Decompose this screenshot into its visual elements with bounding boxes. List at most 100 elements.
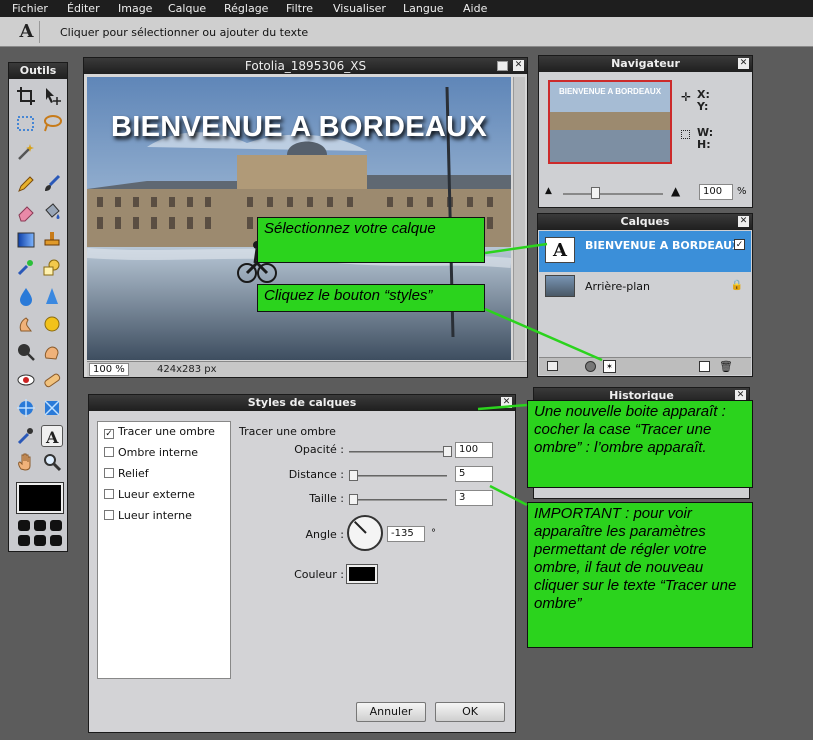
zoom-out-icon[interactable]: ▲ — [545, 186, 552, 196]
smudge-tool-icon[interactable] — [15, 313, 37, 335]
layer-mask-icon[interactable] — [585, 361, 596, 372]
distance-field[interactable]: 5 — [455, 466, 493, 482]
maximize-icon[interactable] — [497, 61, 508, 71]
style-item-drop-shadow[interactable]: ✓ Tracer une ombre — [104, 423, 215, 441]
foreground-color-swatch[interactable] — [16, 482, 64, 514]
navigator-zoom-field[interactable]: 100 — [699, 184, 733, 200]
image-size-label: 424x283 px — [157, 364, 217, 375]
magic-wand-icon[interactable] — [15, 141, 37, 163]
menu-image[interactable]: Image — [118, 2, 152, 15]
shape-tool-icon[interactable] — [41, 257, 63, 279]
sponge-tool-icon[interactable] — [41, 313, 63, 335]
close-icon[interactable]: ✕ — [513, 60, 524, 71]
close-icon[interactable]: ✕ — [738, 216, 749, 227]
move-tool-icon[interactable] — [41, 85, 63, 107]
layer-styles-dialog: Styles de calques ✕ ✓ Tracer une ombre Om… — [88, 394, 516, 733]
brush-tool-icon[interactable] — [41, 173, 63, 195]
style-item-label: Tracer une ombre — [118, 425, 215, 438]
stamp-tool-icon[interactable] — [41, 229, 63, 251]
style-item-outer-glow[interactable]: Lueur externe — [104, 486, 195, 504]
text-tool-icon[interactable]: A — [41, 425, 63, 447]
style-item-inner-glow[interactable]: Lueur interne — [104, 507, 192, 525]
spot-heal-icon[interactable] — [41, 369, 63, 391]
lasso-tool-icon[interactable] — [41, 113, 63, 135]
burn-tool-icon[interactable] — [41, 341, 63, 363]
marquee-tool-icon[interactable] — [15, 113, 37, 135]
angle-field[interactable]: -135 — [387, 526, 425, 542]
style-item-label: Lueur interne — [118, 509, 192, 522]
zoom-level-field[interactable]: 100 % — [89, 363, 129, 376]
navigator-panel: Navigateur ✕ BIENVENUE A BORDEAUX ✛ X: Y… — [538, 55, 753, 208]
size-slider-knob[interactable] — [349, 494, 358, 505]
opacity-slider[interactable] — [349, 446, 452, 457]
callout-select-layer: Sélectionnez votre calque — [257, 217, 485, 263]
pinch-tool-icon[interactable] — [41, 397, 63, 419]
navigator-zoom-slider[interactable] — [563, 187, 663, 199]
menu-editer[interactable]: Éditer — [67, 2, 100, 15]
shadow-color-swatch[interactable] — [346, 564, 378, 584]
menu-langue[interactable]: Langue — [403, 2, 444, 15]
navigator-zoom-slider-knob[interactable] — [591, 187, 600, 199]
checkbox-icon[interactable] — [104, 510, 114, 520]
size-slider[interactable] — [349, 494, 447, 505]
menu-calque[interactable]: Calque — [168, 2, 206, 15]
color-replace-icon[interactable] — [15, 257, 37, 279]
navigator-thumbnail[interactable]: BIENVENUE A BORDEAUX — [548, 80, 672, 164]
zoom-in-icon[interactable]: ▲ — [671, 184, 680, 198]
checkbox-checked-icon[interactable]: ✓ — [104, 429, 114, 439]
new-layer-icon[interactable] — [699, 361, 710, 372]
menubar: Fichier Éditer Image Calque Réglage Filt… — [0, 0, 813, 17]
cancel-button[interactable]: Annuler — [356, 702, 426, 722]
vertical-scrollbar[interactable] — [513, 77, 525, 360]
canvas-headline-text: BIENVENUE A BORDEAUX — [110, 111, 488, 143]
eraser-tool-icon[interactable] — [15, 201, 37, 223]
size-field[interactable]: 3 — [455, 490, 493, 506]
layer-visibility-checkbox[interactable]: ✓ — [734, 239, 745, 250]
layer-styles-icon[interactable]: ✶ — [603, 360, 616, 373]
trash-icon[interactable]: 🗑 — [719, 360, 733, 373]
red-eye-tool-icon[interactable] — [15, 369, 37, 391]
bloat-tool-icon[interactable] — [15, 397, 37, 419]
bucket-tool-icon[interactable] — [41, 201, 63, 223]
opacity-slider-knob[interactable] — [443, 446, 452, 457]
distance-slider[interactable] — [349, 470, 447, 481]
zoom-tool-icon[interactable] — [41, 451, 63, 473]
tools-panel: Outils A — [8, 62, 68, 552]
nav-y-label: Y: — [697, 100, 709, 113]
angle-dial-icon[interactable] — [347, 515, 383, 551]
sharpen-tool-icon[interactable] — [41, 285, 63, 307]
close-icon[interactable]: ✕ — [738, 58, 749, 69]
gradient-tool-icon[interactable] — [15, 229, 37, 251]
style-item-inner-shadow[interactable]: Ombre interne — [104, 444, 198, 462]
layer-row[interactable]: Arrière-plan 🔒 — [539, 272, 751, 302]
background-layer-thumbnail — [545, 275, 575, 297]
image-status-bar: 100 % 424x283 px — [87, 361, 527, 377]
layer-row-selected[interactable]: A BIENVENUE A BORDEAUX ✓ — [539, 231, 751, 272]
hand-tool-icon[interactable] — [15, 451, 37, 473]
text-layer-thumbnail: A — [545, 237, 575, 263]
layers-panel: Calques ✕ A BIENVENUE A BORDEAUX ✓ Arriè… — [537, 213, 753, 377]
blur-tool-icon[interactable] — [15, 285, 37, 307]
style-item-label: Relief — [118, 467, 149, 480]
menu-filtre[interactable]: Filtre — [286, 2, 313, 15]
menu-reglage[interactable]: Réglage — [224, 2, 268, 15]
close-icon[interactable]: ✕ — [501, 397, 512, 408]
menu-visualiser[interactable]: Visualiser — [333, 2, 386, 15]
angle-label: Angle : — [305, 528, 344, 541]
crop-tool-icon[interactable] — [15, 85, 37, 107]
checkbox-icon[interactable] — [104, 468, 114, 478]
ok-button[interactable]: OK — [435, 702, 505, 722]
color-mode-buttons[interactable] — [17, 519, 63, 547]
checkbox-icon[interactable] — [104, 489, 114, 499]
menu-aide[interactable]: Aide — [463, 2, 487, 15]
distance-slider-knob[interactable] — [349, 470, 358, 481]
checkbox-icon[interactable] — [104, 447, 114, 457]
navigator-zoom-unit: % — [737, 186, 747, 197]
dodge-tool-icon[interactable] — [15, 341, 37, 363]
opacity-field[interactable]: 100 — [455, 442, 493, 458]
pencil-tool-icon[interactable] — [15, 173, 37, 195]
layer-menu-icon[interactable] — [547, 361, 558, 371]
style-item-bevel[interactable]: Relief — [104, 465, 149, 483]
menu-fichier[interactable]: Fichier — [12, 2, 48, 15]
color-picker-icon[interactable] — [15, 425, 37, 447]
